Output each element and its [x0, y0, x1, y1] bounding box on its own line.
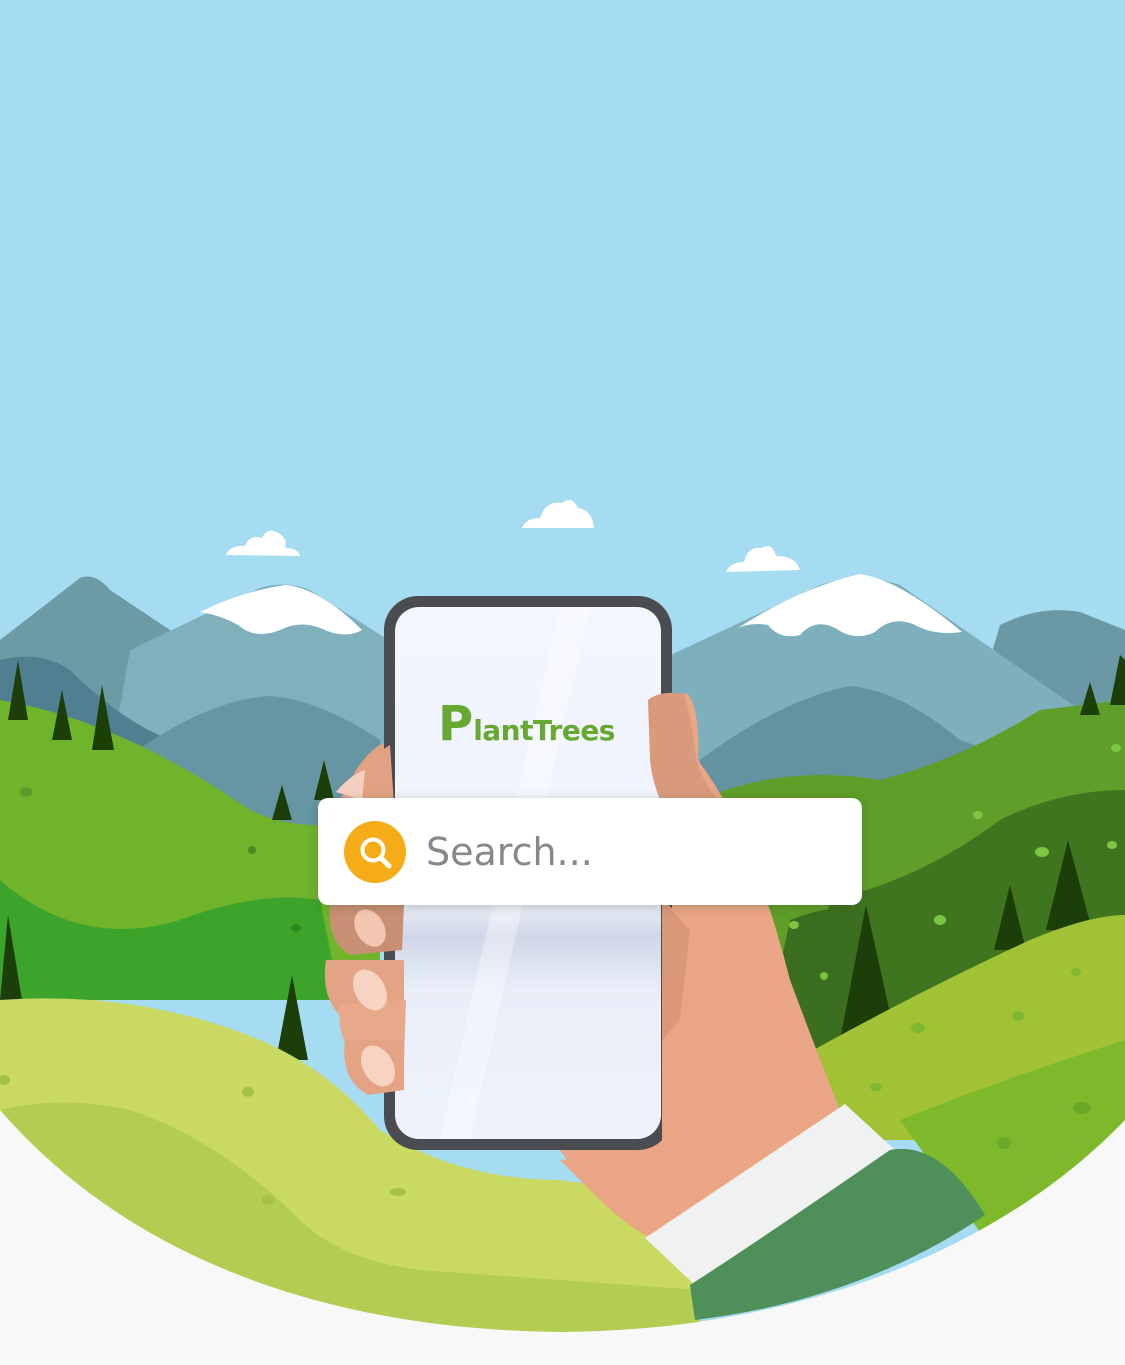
- landscape-illustration: [0, 0, 1125, 1365]
- search-icon: [360, 837, 392, 868]
- logo-text: lantTrees: [473, 714, 615, 747]
- planttrees-logo: P lantTrees: [438, 696, 615, 748]
- search-input[interactable]: [426, 829, 826, 874]
- search-bar[interactable]: [318, 798, 862, 905]
- logo-initial: P: [438, 696, 473, 752]
- search-button[interactable]: [344, 820, 406, 883]
